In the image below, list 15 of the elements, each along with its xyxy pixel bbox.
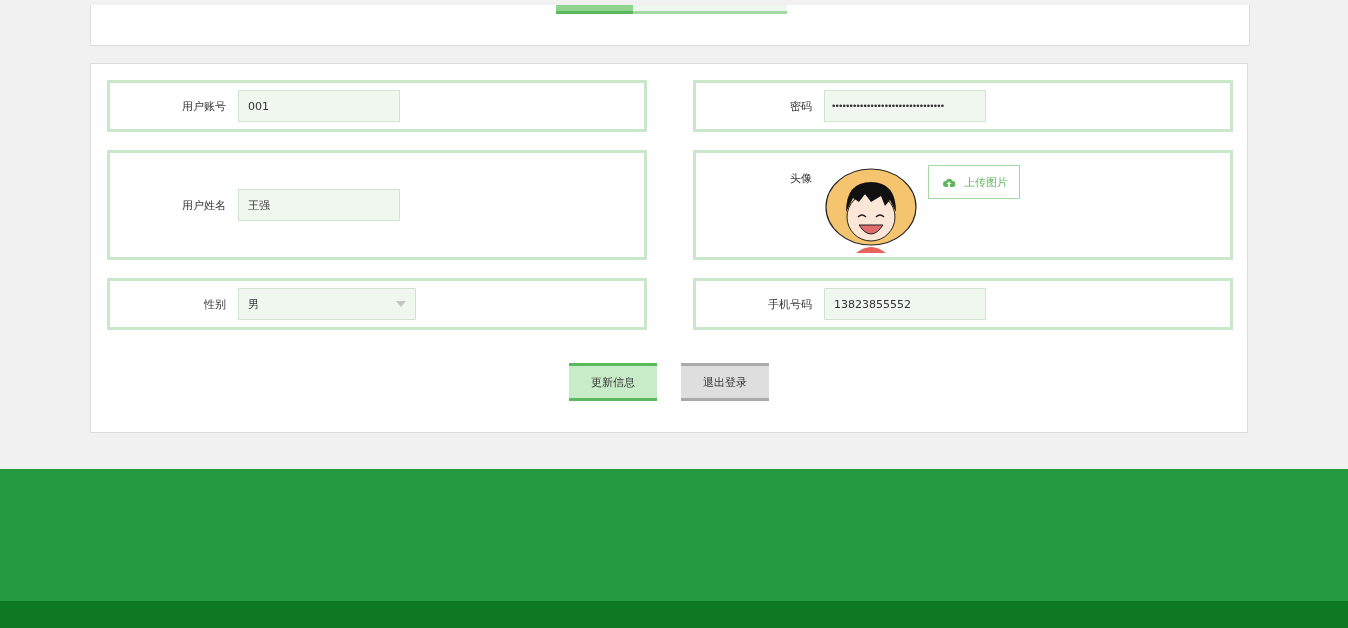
field-label: 用户账号 <box>181 98 226 114</box>
cloud-upload-icon <box>943 177 955 187</box>
select-field[interactable]: 男 <box>238 288 416 320</box>
password-field[interactable]: •••••••••••••••••••••••••••••••• <box>824 90 986 122</box>
input-field[interactable]: 13823855552 <box>824 288 986 320</box>
field-label: 用户姓名 <box>181 197 226 213</box>
field-label: 手机号码 <box>767 296 812 312</box>
field-label: 性别 <box>203 296 226 312</box>
input-field[interactable]: 王强 <box>238 189 400 221</box>
caret-icon <box>396 301 406 307</box>
logout-button[interactable]: 退出登录 <box>681 363 769 401</box>
input-field[interactable]: 001 <box>238 90 400 122</box>
field-label: 密码 <box>789 98 812 114</box>
field-label: 头像 <box>789 171 812 186</box>
update-button[interactable]: 更新信息 <box>569 363 657 401</box>
